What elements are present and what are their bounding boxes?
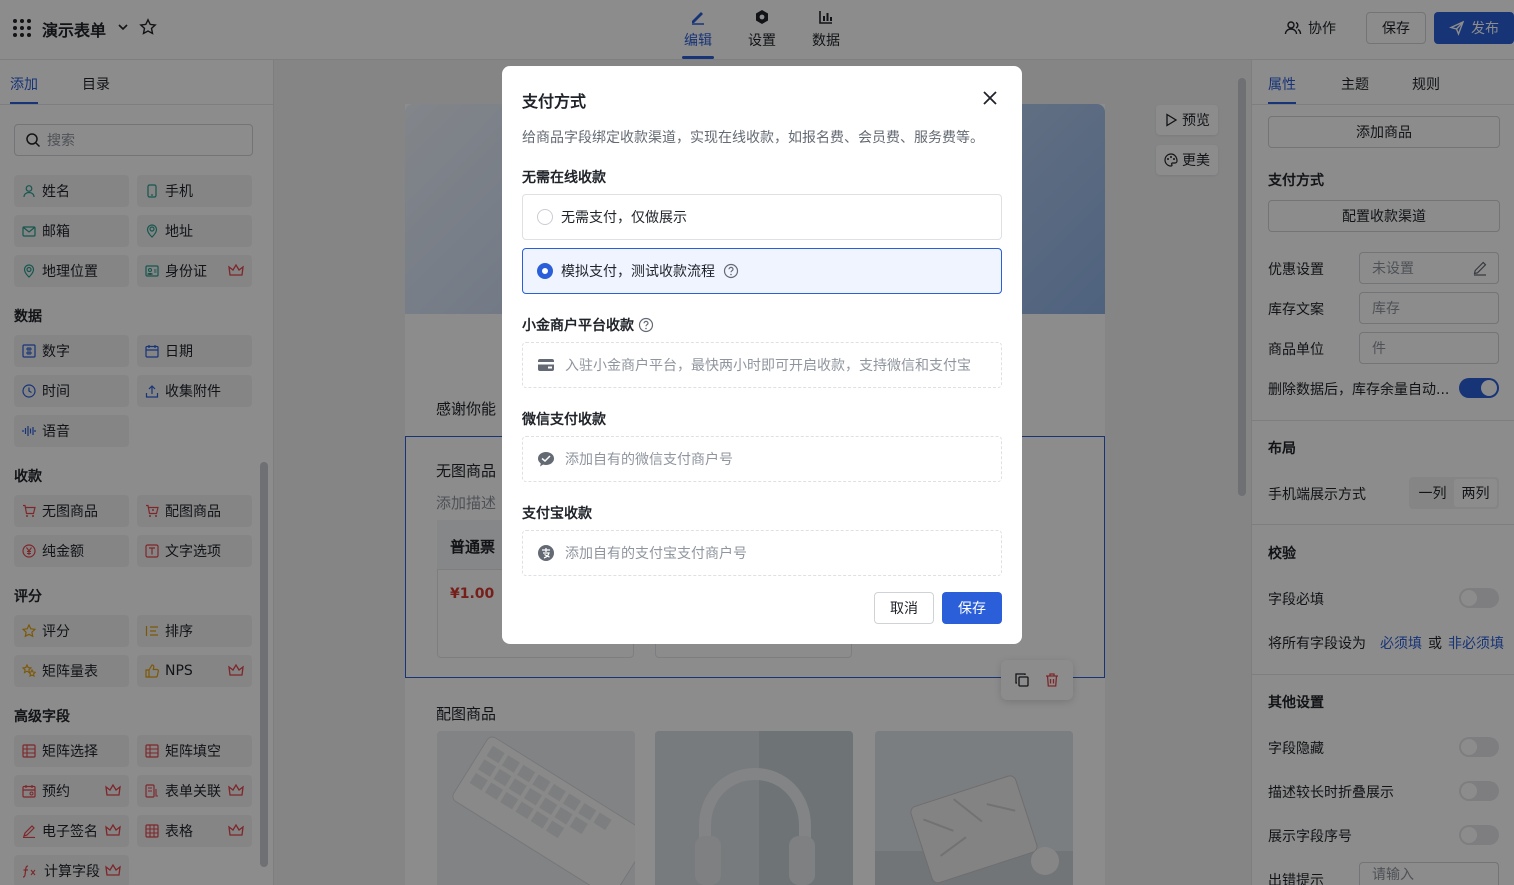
merchant-heading: 小金商户平台收款 — [522, 315, 654, 335]
alipay-icon — [537, 544, 555, 562]
payment-method-dialog: 支付方式 给商品字段绑定收款渠道，实现在线收款，如报名费、会员费、服务费等。 无… — [502, 66, 1022, 644]
no-online-heading: 无需在线收款 — [522, 170, 606, 186]
help-circle-icon[interactable] — [723, 263, 739, 279]
wechat-pay-option[interactable]: 添加自有的微信支付商户号 — [522, 436, 1002, 482]
wechat-icon — [537, 451, 555, 467]
dialog-title: 支付方式 — [522, 92, 587, 111]
radio-checked[interactable] — [537, 263, 553, 279]
cancel-button[interactable]: 取消 — [874, 592, 934, 624]
help-circle-icon[interactable] — [638, 317, 654, 333]
alipay-heading: 支付宝收款 — [522, 506, 592, 522]
close-icon[interactable] — [980, 88, 1000, 108]
save-button[interactable]: 保存 — [942, 592, 1002, 624]
card-icon — [537, 357, 555, 373]
merchant-platform-option[interactable]: 入驻小金商户平台，最快两小时即可开启收款，支持微信和支付宝 — [522, 342, 1002, 388]
option-no-payment[interactable]: 无需支付，仅做展示 — [522, 194, 1002, 240]
alipay-option[interactable]: 添加自有的支付宝支付商户号 — [522, 530, 1002, 576]
option-mock-payment[interactable]: 模拟支付，测试收款流程 — [522, 248, 1002, 294]
wechat-heading: 微信支付收款 — [522, 412, 606, 428]
radio-unchecked[interactable] — [537, 209, 553, 225]
dialog-description: 给商品字段绑定收款渠道，实现在线收款，如报名费、会员费、服务费等。 — [522, 130, 984, 146]
